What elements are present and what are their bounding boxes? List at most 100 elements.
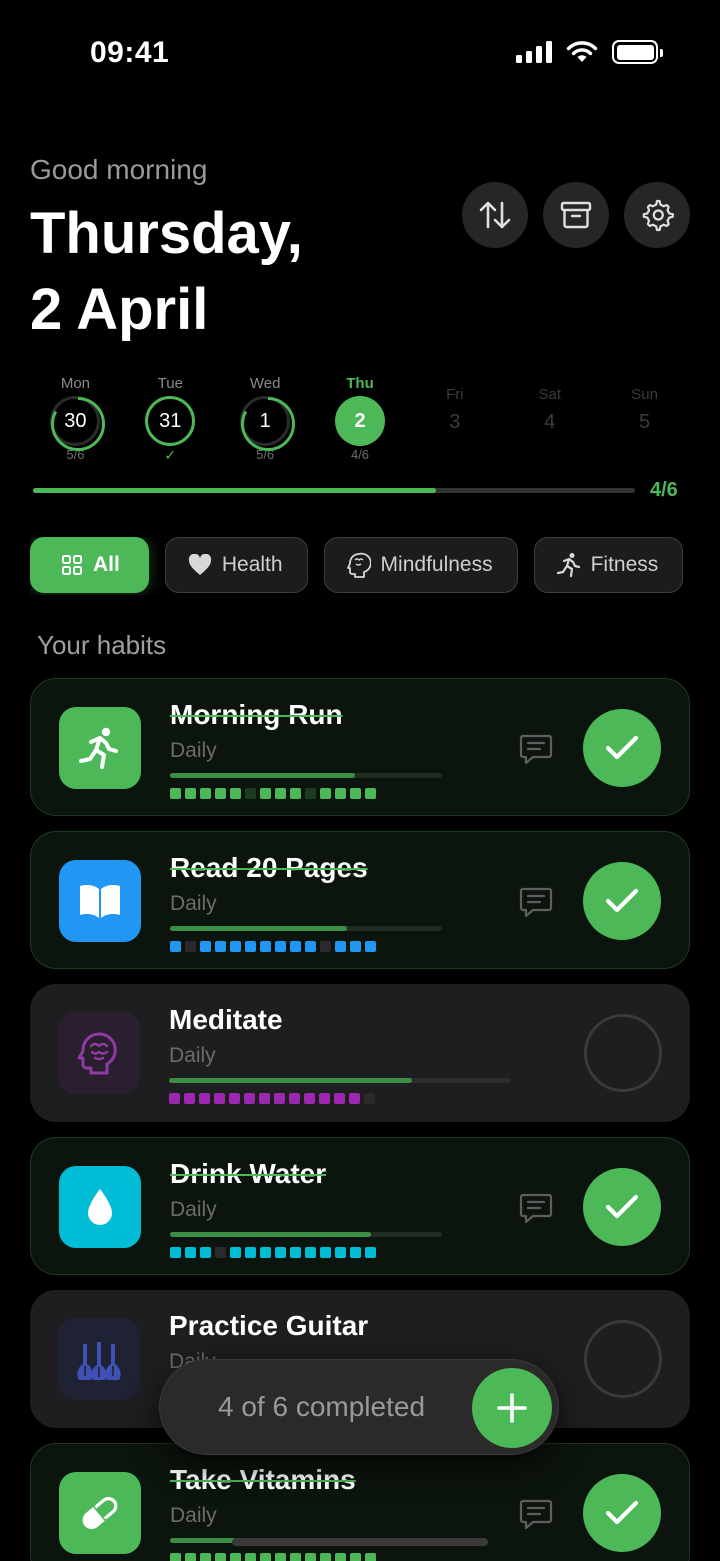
history-day-missed [305, 788, 316, 799]
home-indicator[interactable] [232, 1538, 488, 1546]
filter-chip-health[interactable]: Health [164, 537, 308, 593]
history-day-done [244, 1093, 255, 1104]
history-day-done [230, 941, 241, 952]
day-date-circle: 3 [430, 407, 480, 437]
habit-streak-fill [170, 773, 355, 778]
habit-card[interactable]: Meditate Daily [30, 984, 690, 1122]
habit-note-button[interactable] [519, 733, 553, 765]
history-day-done [290, 1247, 301, 1258]
daily-progress-bar [33, 488, 635, 493]
habit-note-button[interactable] [519, 886, 553, 918]
history-day-done [304, 1093, 315, 1104]
history-day-done [275, 1553, 286, 1561]
history-day-done [290, 941, 301, 952]
daily-progress-count: 4/6 [650, 479, 678, 501]
day-completion: 4/6 [350, 447, 370, 462]
history-day-done [365, 1553, 376, 1561]
habit-name: Drink Water [170, 1158, 327, 1189]
completion-summary-pill: 4 of 6 completed [159, 1359, 559, 1455]
habit-history [170, 1247, 376, 1258]
habit-history [170, 1553, 376, 1561]
habit-frequency: Daily [170, 739, 217, 762]
day-label: Tue [157, 375, 183, 392]
filter-chip-fitness[interactable]: Fitness [533, 537, 684, 593]
checkmark-icon [604, 886, 640, 916]
habit-history [170, 941, 376, 952]
page-title: Thursday, 2 April [30, 196, 303, 348]
day-label: Wed [249, 375, 281, 392]
day-date-circle: 4 [525, 407, 575, 437]
gear-icon [642, 199, 674, 232]
day-date: 4 [544, 410, 556, 433]
filter-chip-label: All [93, 553, 120, 576]
history-day-done [229, 1093, 240, 1104]
habit-streak-bar [170, 926, 442, 931]
habit-card[interactable]: Drink Water Daily [30, 1137, 690, 1275]
habit-name: Meditate [169, 1004, 283, 1035]
history-day-done [305, 941, 316, 952]
history-day-done [335, 1247, 346, 1258]
pill-icon [77, 1490, 123, 1536]
history-day-done [365, 941, 376, 952]
habit-name: Read 20 Pages [170, 852, 368, 883]
day-sat[interactable]: Sat 4 [502, 374, 597, 464]
habit-note-button[interactable] [519, 1192, 553, 1224]
add-habit-button[interactable] [472, 1368, 552, 1448]
habit-card[interactable]: Morning Run Daily [30, 678, 690, 816]
filter-chip-mindfulness[interactable]: Mindfulness [323, 537, 518, 593]
day-date: 31 [159, 409, 182, 432]
day-tue[interactable]: Tue 31 ✓ [123, 374, 218, 464]
settings-button[interactable] [624, 182, 690, 248]
history-day-done [215, 941, 226, 952]
filter-chip-label: Health [221, 553, 283, 576]
water-drop-icon [85, 1187, 115, 1227]
brain-icon [77, 1030, 121, 1076]
history-day-done [365, 788, 376, 799]
habit-complete-toggle[interactable] [584, 1320, 662, 1398]
history-day-done [245, 1553, 256, 1561]
day-sun[interactable]: Sun 5 [597, 374, 692, 464]
guitar-icon [74, 1336, 124, 1382]
note-icon [519, 1498, 553, 1530]
day-mon[interactable]: Mon 30 5/6 [28, 374, 123, 464]
habit-streak-fill [169, 1078, 412, 1083]
history-day-done [275, 941, 286, 952]
day-label: Mon [60, 375, 91, 392]
section-title: Your habits [37, 630, 167, 660]
day-fri[interactable]: Fri 3 [407, 374, 502, 464]
habit-card[interactable]: Read 20 Pages Daily [30, 831, 690, 969]
day-date-circle: 30 [50, 396, 106, 451]
history-day-done [335, 788, 346, 799]
habit-complete-toggle[interactable] [583, 1168, 661, 1246]
day-label: Thu [346, 375, 374, 392]
habit-icon-tile [58, 1012, 140, 1094]
history-day-done [335, 1553, 346, 1561]
day-date-circle: 5 [620, 407, 670, 437]
note-icon [519, 886, 553, 918]
day-date-circle: 2 [335, 396, 385, 446]
habit-complete-toggle[interactable] [583, 709, 661, 787]
history-day-done [335, 941, 346, 952]
heart-icon [188, 554, 212, 576]
day-label: Sat [538, 386, 561, 403]
history-day-done [260, 941, 271, 952]
filter-chip-all[interactable]: All [30, 537, 149, 593]
title-date: 2 April [30, 277, 209, 342]
sort-button[interactable] [462, 182, 528, 248]
habit-name: Practice Guitar [169, 1310, 369, 1341]
habit-complete-toggle[interactable] [584, 1014, 662, 1092]
history-day-done [320, 1247, 331, 1258]
habit-note-button[interactable] [519, 1498, 553, 1530]
checkmark-icon [604, 733, 640, 763]
archive-button[interactable] [543, 182, 609, 248]
habit-complete-toggle[interactable] [583, 1474, 661, 1552]
habit-icon-tile [58, 1318, 140, 1400]
history-day-done [170, 1247, 181, 1258]
note-icon [519, 733, 553, 765]
history-day-done [200, 941, 211, 952]
habit-complete-toggle[interactable] [583, 862, 661, 940]
history-day-done [260, 1247, 271, 1258]
day-thu[interactable]: Thu 2 4/6 [313, 374, 408, 464]
day-wed[interactable]: Wed 1 5/6 [218, 374, 313, 464]
habit-frequency: Daily [170, 1198, 217, 1221]
